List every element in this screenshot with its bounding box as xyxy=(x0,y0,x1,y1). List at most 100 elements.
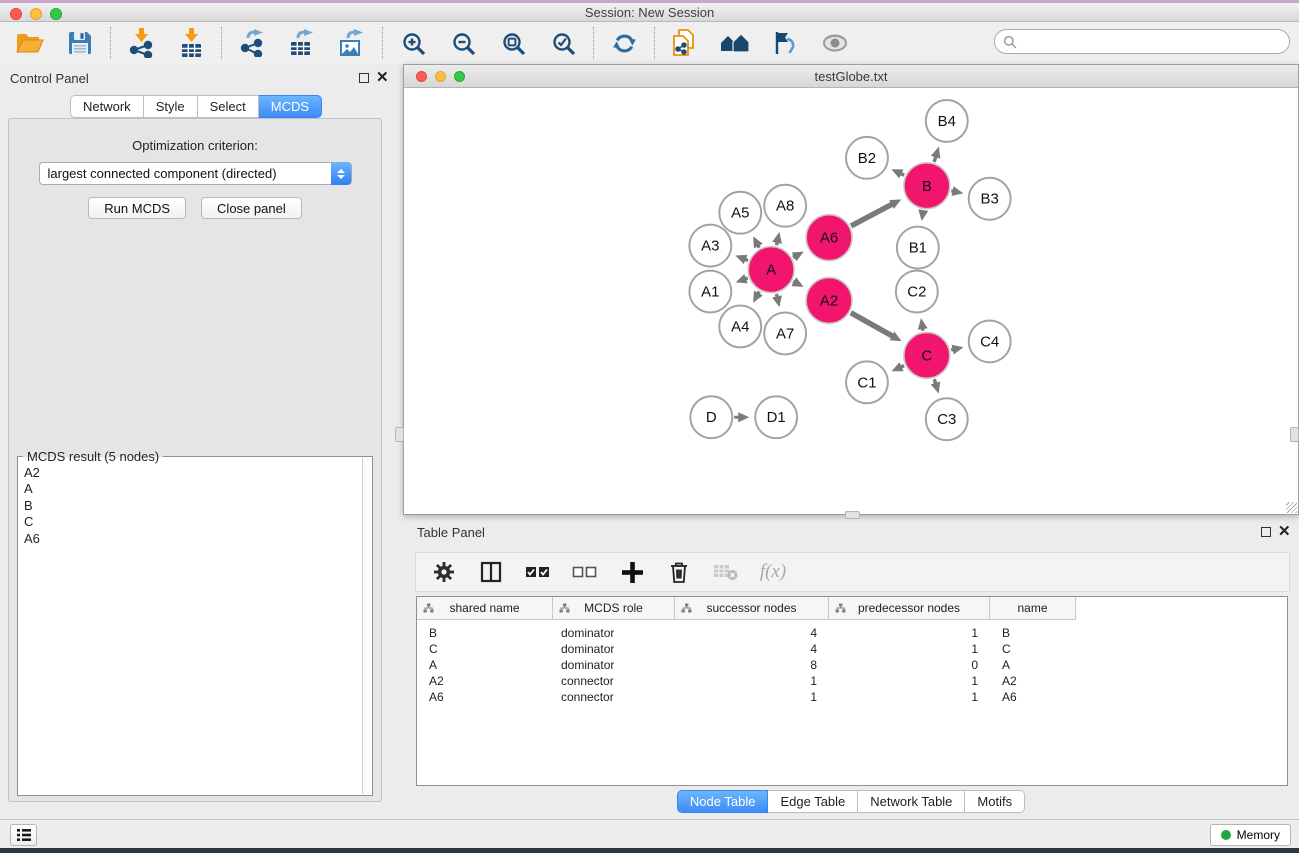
import-table-button[interactable] xyxy=(174,26,208,60)
mcds-result-item[interactable]: C xyxy=(24,514,372,530)
network-maximize-button[interactable] xyxy=(454,71,465,82)
mcds-panel: Optimization criterion: largest connecte… xyxy=(8,118,382,802)
export-network-button[interactable] xyxy=(235,26,269,60)
tab-motifs[interactable]: Motifs xyxy=(965,790,1025,813)
splitter-handle-right[interactable] xyxy=(1290,427,1299,442)
tab-edge-table[interactable]: Edge Table xyxy=(768,790,858,813)
table-row[interactable]: A2connector11A2 xyxy=(417,673,1287,689)
mcds-result-item[interactable]: A2 xyxy=(24,465,372,481)
graph-node-label: C1 xyxy=(857,374,876,391)
table-panel-title: Table Panel xyxy=(417,525,485,540)
network-close-button[interactable] xyxy=(416,71,427,82)
import-network-button[interactable] xyxy=(124,26,158,60)
zoom-selected-button[interactable] xyxy=(546,26,580,60)
mcds-result-scrollbar[interactable] xyxy=(362,458,371,794)
delete-table-button[interactable] xyxy=(711,557,741,587)
save-session-icon xyxy=(67,30,93,56)
zoom-fit-button[interactable] xyxy=(496,26,530,60)
table-panel-close-button[interactable]: ✕ xyxy=(1278,526,1291,538)
splitter-handle-left[interactable] xyxy=(395,427,404,442)
table-header-row: shared name MCDS role successor nodes xyxy=(417,597,1287,620)
zoom-in-button[interactable] xyxy=(396,26,430,60)
birds-eye-view-button[interactable] xyxy=(818,26,852,60)
create-column-button[interactable] xyxy=(617,557,647,587)
graph-node-label: C xyxy=(921,347,932,364)
table-row[interactable]: Bdominator41B xyxy=(417,625,1287,641)
mcds-result-item[interactable]: B xyxy=(24,498,372,514)
table-panel-float-button[interactable] xyxy=(1261,527,1271,537)
mcds-result-item[interactable]: A xyxy=(24,481,372,497)
tab-select[interactable]: Select xyxy=(198,95,259,118)
network-canvas[interactable]: B4B2BB3A5A8A6B1A3AA1C2A2A4A7C4CC1C3DD1 xyxy=(404,89,1298,514)
deselect-all-rows-button[interactable] xyxy=(570,557,600,587)
select-all-rows-button[interactable] xyxy=(523,557,553,587)
close-window-button[interactable] xyxy=(10,8,22,20)
graph-edge-arrowhead xyxy=(952,345,964,355)
tab-network[interactable]: Network xyxy=(70,95,144,118)
column-header-name[interactable]: name xyxy=(990,597,1076,620)
graph-edge-A6-B[interactable] xyxy=(851,203,894,226)
run-mcds-button[interactable]: Run MCDS xyxy=(88,197,186,219)
window-resize-grip[interactable] xyxy=(1286,502,1297,513)
table-row[interactable]: Cdominator41C xyxy=(417,641,1287,657)
table-cell: A2 xyxy=(417,674,553,688)
show-columns-button[interactable] xyxy=(476,557,506,587)
graph-node-label: D xyxy=(706,409,717,426)
mcds-result-item[interactable]: A6 xyxy=(24,531,372,547)
save-session-button[interactable] xyxy=(63,26,97,60)
control-panel-close-button[interactable]: ✕ xyxy=(376,72,389,84)
combo-stepper-icon xyxy=(331,162,351,185)
zoom-fit-icon xyxy=(501,31,526,56)
export-image-button[interactable] xyxy=(335,26,369,60)
table-toolbar: f(x) xyxy=(415,552,1290,592)
zoom-out-button[interactable] xyxy=(446,26,480,60)
function-builder-button[interactable]: f(x) xyxy=(758,557,788,587)
criterion-select[interactable]: largest connected component (directed) xyxy=(39,162,352,185)
close-panel-button[interactable]: Close panel xyxy=(201,197,302,219)
network-minimize-button[interactable] xyxy=(435,71,446,82)
task-history-button[interactable] xyxy=(10,824,37,846)
column-header-successor-nodes[interactable]: successor nodes xyxy=(675,597,829,620)
refresh-button[interactable] xyxy=(607,26,641,60)
open-session-button[interactable] xyxy=(13,26,47,60)
neighborhood-button[interactable] xyxy=(718,26,752,60)
memory-button[interactable]: Memory xyxy=(1210,824,1291,846)
table-row[interactable]: A6connector11A6 xyxy=(417,689,1287,705)
table-cell: 1 xyxy=(829,690,990,704)
splitter-handle-bottom[interactable] xyxy=(845,511,860,519)
column-header-predecessor-nodes[interactable]: predecessor nodes xyxy=(829,597,990,620)
export-table-button[interactable] xyxy=(285,26,319,60)
import-table-icon xyxy=(178,28,205,58)
zoom-out-icon xyxy=(451,31,476,56)
graph-edge-A2-C[interactable] xyxy=(851,313,895,338)
minimize-window-button[interactable] xyxy=(30,8,42,20)
column-header-mcds-role[interactable]: MCDS role xyxy=(553,597,675,620)
search-icon xyxy=(1003,35,1017,49)
toggle-graphics-details-button[interactable] xyxy=(768,26,802,60)
open-session-icon xyxy=(15,31,45,55)
column-type-icon xyxy=(835,603,846,614)
toggle-graphics-details-icon xyxy=(772,30,798,56)
table-row[interactable]: Adominator80A xyxy=(417,657,1287,673)
memory-status-icon xyxy=(1221,830,1231,840)
control-panel-float-button[interactable] xyxy=(359,73,369,83)
graph-node-label: A3 xyxy=(701,238,719,255)
new-network-button[interactable] xyxy=(668,26,702,60)
tab-network-table[interactable]: Network Table xyxy=(858,790,965,813)
graph-node-label: B2 xyxy=(858,150,876,167)
tab-mcds[interactable]: MCDS xyxy=(259,95,322,118)
search-input[interactable] xyxy=(1022,34,1289,49)
graph-node-label: C4 xyxy=(980,333,999,350)
network-window-controls xyxy=(416,71,465,82)
tab-node-table[interactable]: Node Table xyxy=(677,790,769,813)
column-header-shared-name[interactable]: shared name xyxy=(417,597,553,620)
table-cell: B xyxy=(417,626,553,640)
maximize-window-button[interactable] xyxy=(50,8,62,20)
graph-node-label: B xyxy=(922,178,932,195)
delete-column-button[interactable] xyxy=(664,557,694,587)
tab-style[interactable]: Style xyxy=(144,95,198,118)
table-cell: B xyxy=(990,626,1076,640)
table-settings-button[interactable] xyxy=(429,557,459,587)
graph-edge-arrowhead xyxy=(918,318,928,330)
table-cell: 1 xyxy=(829,642,990,656)
